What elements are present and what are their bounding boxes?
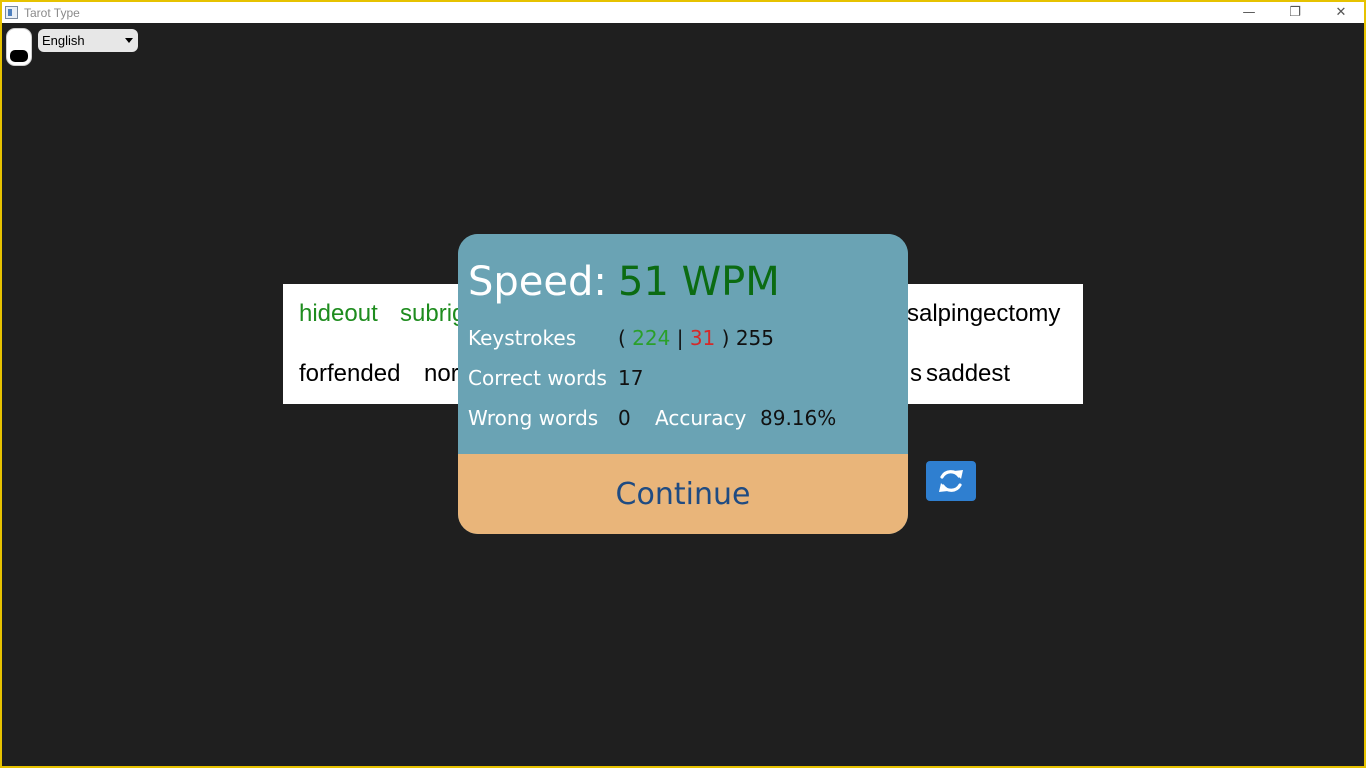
window-controls: — ❐ ✕ xyxy=(1226,2,1364,23)
keystrokes-close-paren: ) xyxy=(721,326,730,350)
wrong-words-value: 0 xyxy=(618,406,631,430)
language-select-value: English xyxy=(42,33,85,48)
keystrokes-open-paren: ( xyxy=(618,326,626,350)
keystrokes-label: Keystrokes xyxy=(468,326,577,350)
results-dialog: Speed: 51 WPM Keystrokes ( 224 | 31 ) 25… xyxy=(458,234,908,534)
accuracy-label: Accuracy xyxy=(655,406,747,430)
word-item: s xyxy=(910,360,922,387)
theme-toggle-icon xyxy=(10,50,28,62)
continue-label: Continue xyxy=(615,476,751,512)
restart-button[interactable] xyxy=(926,461,976,501)
chevron-down-icon xyxy=(125,38,133,43)
app-icon xyxy=(5,6,18,19)
word-item: saddest xyxy=(926,360,1011,387)
title-bar: Tarot Type — ❐ ✕ xyxy=(2,2,1364,23)
wrong-words-label: Wrong words xyxy=(468,406,599,430)
results-stats: Speed: 51 WPM Keystrokes ( 224 | 31 ) 25… xyxy=(458,234,908,454)
refresh-icon xyxy=(939,470,963,492)
window-title: Tarot Type xyxy=(24,5,80,20)
restore-button[interactable]: ❐ xyxy=(1272,2,1318,23)
speed-label: Speed: xyxy=(468,259,607,305)
language-select[interactable]: English xyxy=(38,29,138,52)
keystrokes-wrong: 31 xyxy=(689,326,716,350)
word-item: hideout xyxy=(299,300,378,327)
word-item: nor xyxy=(424,360,459,387)
correct-words-value: 17 xyxy=(618,366,644,390)
continue-button[interactable]: Continue xyxy=(458,454,908,534)
keystrokes-separator: | xyxy=(676,326,684,350)
word-item: forfended xyxy=(299,360,401,387)
word-item: salpingectomy xyxy=(907,300,1061,327)
accuracy-value: 89.16% xyxy=(760,406,837,430)
keystrokes-correct: 224 xyxy=(632,326,671,350)
correct-words-label: Correct words xyxy=(468,366,607,390)
theme-toggle-button[interactable] xyxy=(6,28,32,66)
keystrokes-value: ( 224 | 31 ) 255 xyxy=(618,326,774,350)
close-button[interactable]: ✕ xyxy=(1318,2,1364,23)
word-item: subrig xyxy=(400,300,466,327)
keystrokes-total: 255 xyxy=(735,326,774,350)
minimize-button[interactable]: — xyxy=(1226,2,1272,23)
speed-value: 51 WPM xyxy=(618,259,780,305)
